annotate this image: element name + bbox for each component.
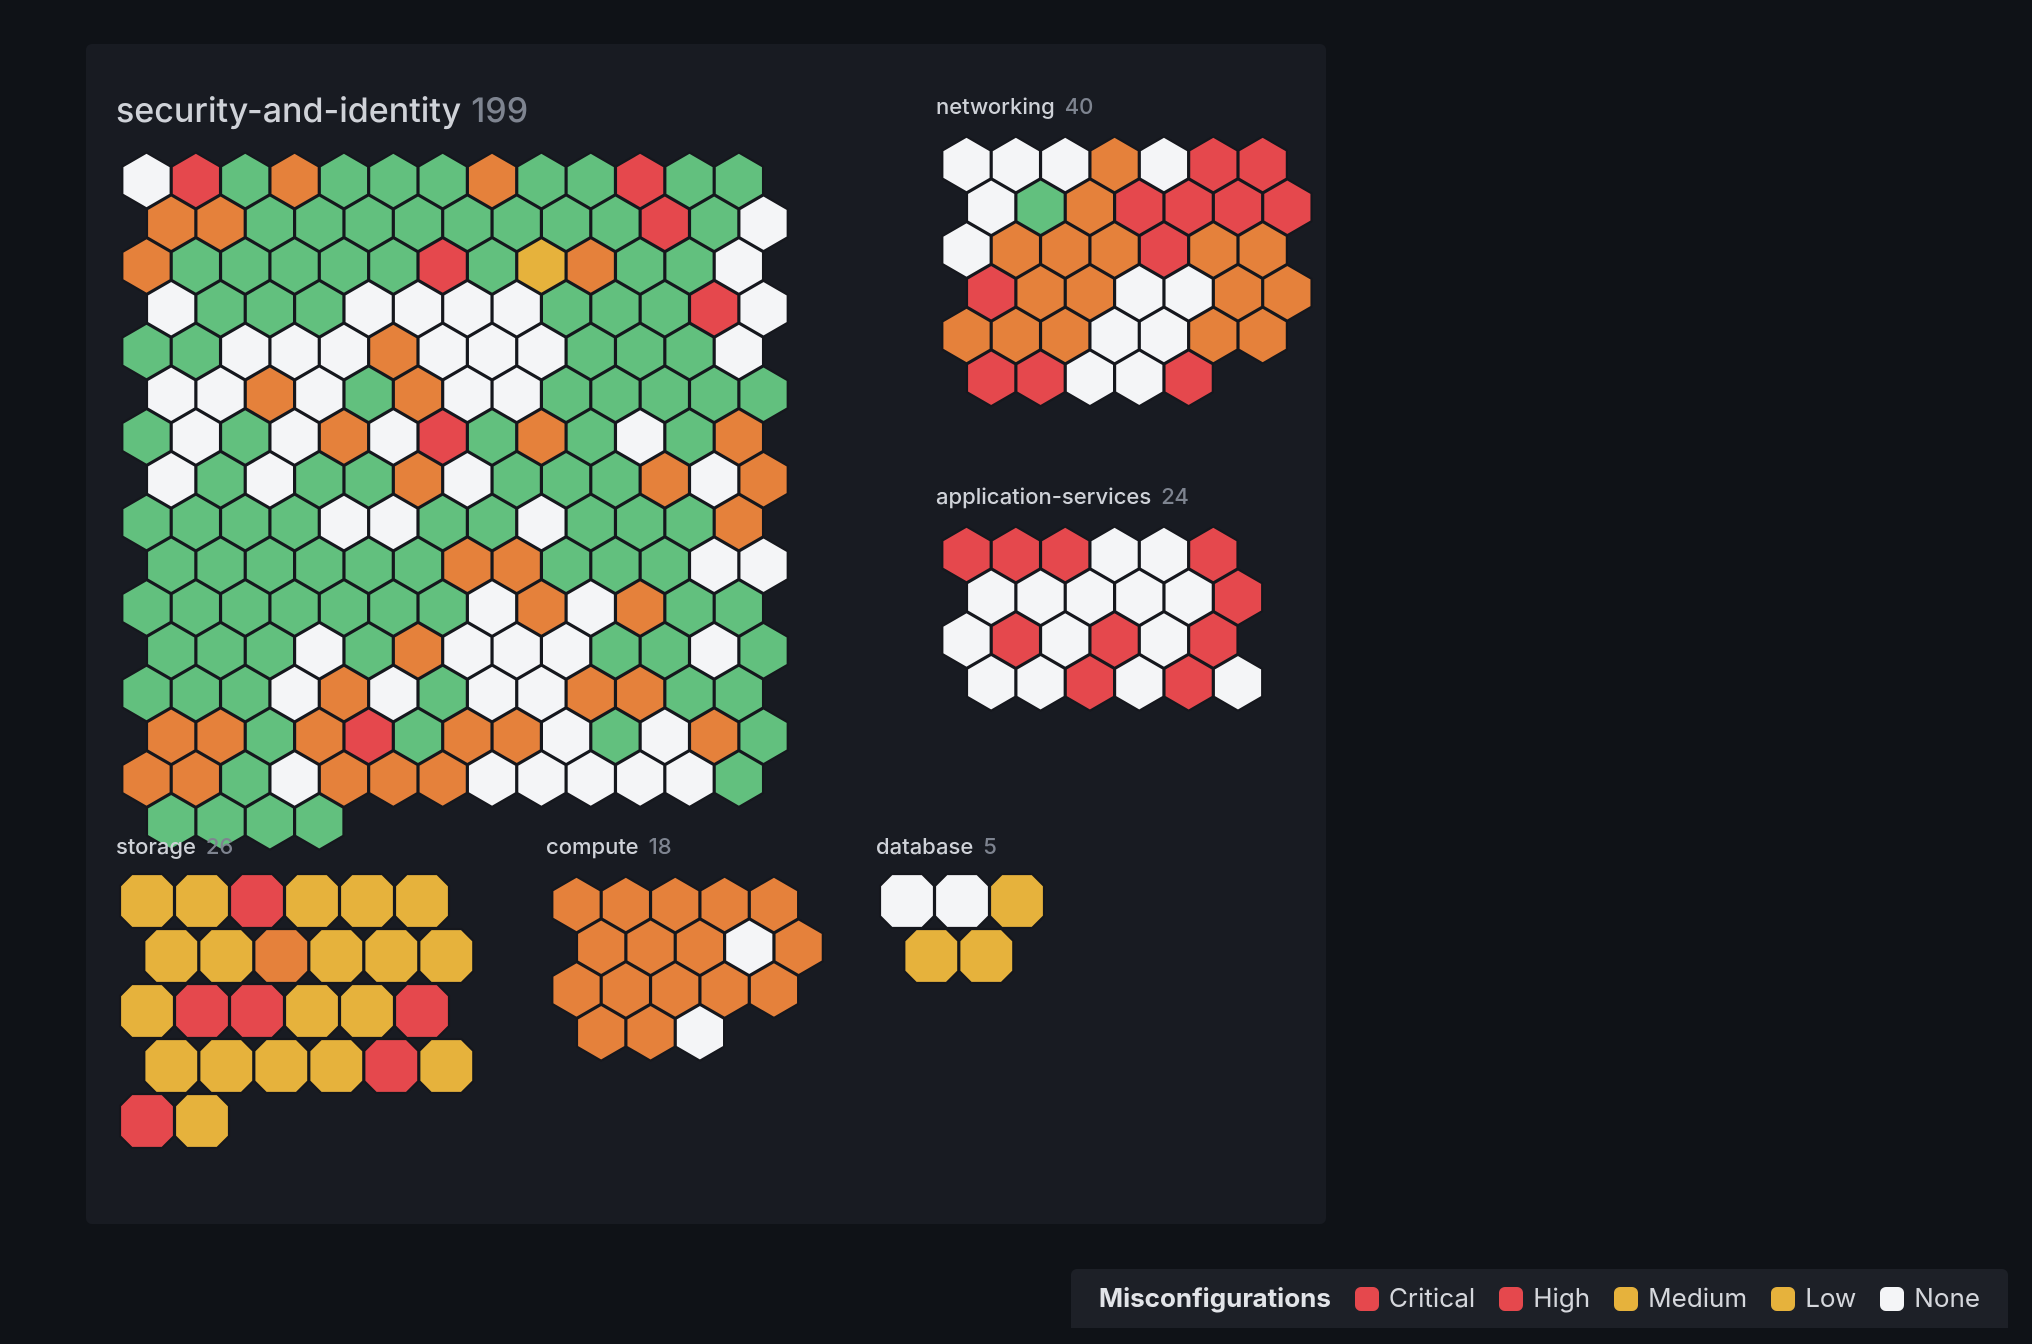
group-count: 24 [1161, 484, 1189, 510]
oct-cell[interactable] [120, 1094, 174, 1148]
group-count: 199 [471, 90, 528, 131]
legend-title: Misconfigurations [1099, 1283, 1331, 1314]
legend-label-low: Low [1805, 1283, 1856, 1314]
legend-swatch-medium [1614, 1287, 1638, 1311]
oct-cell[interactable] [309, 929, 363, 983]
group-title-compute[interactable]: compute 18 [546, 834, 672, 860]
oct-cell[interactable] [285, 874, 339, 928]
oct-cell[interactable] [254, 929, 308, 983]
legend-swatch-low [1771, 1287, 1795, 1311]
group-name: security-and-identity [116, 90, 461, 131]
group-title-database[interactable]: database 5 [876, 834, 997, 860]
oct-cell[interactable] [904, 929, 958, 983]
group-count: 5 [983, 834, 997, 860]
group-cells-storage [120, 874, 478, 1152]
oct-cell[interactable] [419, 1039, 473, 1093]
legend-swatch-critical [1355, 1287, 1379, 1311]
group-count: 26 [206, 834, 233, 860]
oct-cell[interactable] [880, 874, 934, 928]
group-cells-security-and-identity [118, 152, 797, 855]
legend: Misconfigurations Critical High Medium L… [1071, 1269, 2008, 1328]
oct-cell[interactable] [935, 874, 989, 928]
oct-cell[interactable] [230, 874, 284, 928]
oct-cell[interactable] [959, 929, 1013, 983]
group-cells-compute [548, 876, 832, 1066]
oct-cell[interactable] [254, 1039, 308, 1093]
legend-item-none: None [1880, 1283, 1980, 1314]
oct-cell[interactable] [340, 874, 394, 928]
oct-cell[interactable] [340, 984, 394, 1038]
group-name: application-services [936, 484, 1151, 510]
oct-cell[interactable] [364, 1039, 418, 1093]
group-cells-application-services [938, 526, 1271, 716]
oct-cell[interactable] [230, 984, 284, 1038]
oct-cell[interactable] [175, 984, 229, 1038]
oct-cell[interactable] [395, 874, 449, 928]
legend-label-critical: Critical [1389, 1283, 1475, 1314]
group-name: storage [116, 834, 196, 860]
group-cells-database [880, 874, 1048, 987]
oct-cell[interactable] [309, 1039, 363, 1093]
legend-label-none: None [1914, 1283, 1980, 1314]
group-name: compute [546, 834, 639, 860]
oct-cell[interactable] [285, 984, 339, 1038]
oct-cell[interactable] [175, 874, 229, 928]
legend-label-medium: Medium [1648, 1283, 1747, 1314]
legend-label-high: High [1533, 1283, 1590, 1314]
legend-item-critical: Critical [1355, 1283, 1475, 1314]
oct-cell[interactable] [175, 1094, 229, 1148]
oct-cell[interactable] [120, 984, 174, 1038]
oct-cell[interactable] [199, 929, 253, 983]
oct-cell[interactable] [990, 874, 1044, 928]
group-title-application-services[interactable]: application-services 24 [936, 484, 1189, 510]
legend-swatch-none [1880, 1287, 1904, 1311]
group-title-networking[interactable]: networking 40 [936, 94, 1093, 120]
legend-item-high: High [1499, 1283, 1590, 1314]
hexbin-panel: security-and-identity199 networking 40 appl… [86, 44, 1326, 1224]
oct-cell[interactable] [364, 929, 418, 983]
group-title-storage[interactable]: storage 26 [116, 834, 233, 860]
legend-swatch-high [1499, 1287, 1523, 1311]
legend-item-low: Low [1771, 1283, 1856, 1314]
oct-cell[interactable] [144, 929, 198, 983]
group-title-security-and-identity[interactable]: security-and-identity199 [116, 90, 528, 131]
group-count: 40 [1065, 94, 1094, 120]
group-count: 18 [649, 834, 672, 860]
oct-cell[interactable] [199, 1039, 253, 1093]
oct-cell[interactable] [144, 1039, 198, 1093]
oct-cell[interactable] [120, 874, 174, 928]
group-name: networking [936, 94, 1055, 120]
legend-item-medium: Medium [1614, 1283, 1747, 1314]
group-cells-networking [938, 136, 1320, 411]
group-name: database [876, 834, 973, 860]
oct-cell[interactable] [419, 929, 473, 983]
oct-cell[interactable] [395, 984, 449, 1038]
